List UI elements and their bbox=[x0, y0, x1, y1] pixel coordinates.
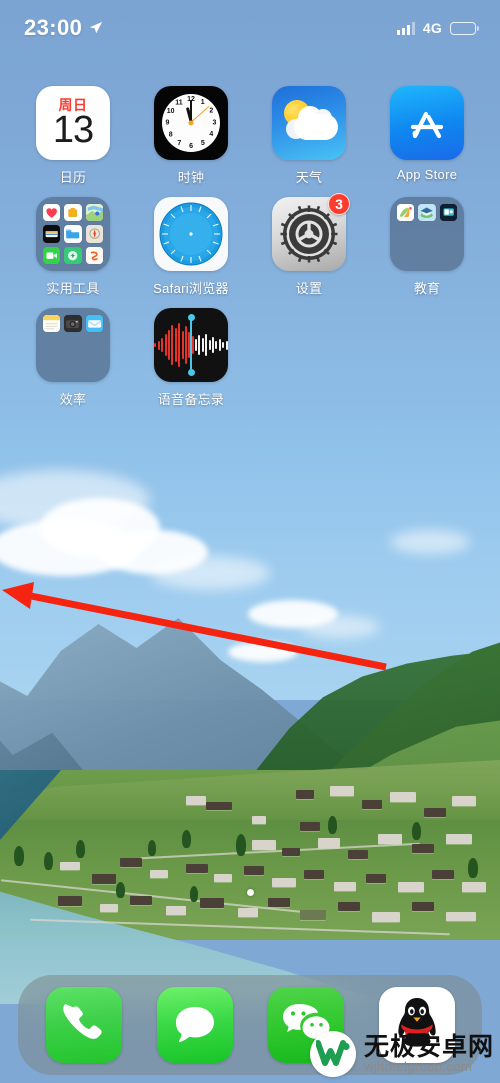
status-bar: 23:00 4G bbox=[0, 0, 500, 56]
page-indicator[interactable] bbox=[0, 889, 500, 896]
folder-education[interactable]: 教育 bbox=[368, 197, 486, 297]
battery-icon bbox=[450, 21, 479, 35]
app-label: 日历 bbox=[59, 170, 87, 185]
watermark: 无极安卓网 wjhotelgroup.com bbox=[309, 1031, 494, 1077]
clock-icon[interactable]: 12 1 2 3 4 5 6 7 8 9 10 11 bbox=[154, 86, 228, 160]
folder-icon[interactable] bbox=[36, 308, 110, 382]
health-icon bbox=[43, 204, 61, 222]
phone-handset-icon bbox=[62, 1004, 102, 1039]
find-my-icon bbox=[64, 204, 82, 222]
app-label: 天气 bbox=[295, 170, 323, 185]
folder-productivity[interactable]: 效率 bbox=[14, 308, 132, 408]
dock-item-phone[interactable] bbox=[45, 987, 122, 1063]
status-badge: 3 bbox=[328, 193, 350, 215]
app-safari[interactable]: Safari浏览器 bbox=[132, 197, 250, 297]
page-dot-active[interactable] bbox=[246, 889, 254, 896]
maps-icon bbox=[85, 204, 103, 222]
app-label: 教育 bbox=[413, 281, 441, 296]
w-logo-icon bbox=[309, 1031, 356, 1077]
signal-bars-icon bbox=[396, 21, 415, 35]
mail-icon bbox=[85, 315, 103, 333]
swift-playgrounds-icon bbox=[397, 204, 415, 222]
app-label: 实用工具 bbox=[46, 281, 100, 296]
clock-second-hand bbox=[190, 105, 211, 124]
wallet-icon bbox=[43, 225, 61, 243]
status-bar-right: 4G bbox=[396, 20, 479, 36]
clock-face: 12 1 2 3 4 5 6 7 8 9 10 11 bbox=[162, 94, 220, 152]
home-screen: 23:00 4G 周日 13 日历 1 2 3 4 5 6 7 8 9 10 1… bbox=[0, 0, 500, 1083]
app-grid: 周日 13 日历 12 1 2 3 4 5 6 7 bbox=[0, 86, 500, 408]
itunes-u-icon bbox=[418, 204, 436, 222]
watermark-text: 无极安卓网 wjhotelgroup.com bbox=[364, 1034, 494, 1074]
app-clock[interactable]: 12 1 2 3 4 5 6 7 8 9 10 11 bbox=[132, 86, 250, 186]
watermark-site-url: wjhotelgroup.com bbox=[363, 1059, 473, 1075]
camera-icon bbox=[64, 315, 82, 333]
app-store-icon[interactable] bbox=[390, 86, 464, 160]
wallpaper-village bbox=[0, 778, 500, 958]
app-label: 时钟 bbox=[177, 170, 205, 185]
compass-icon bbox=[85, 225, 103, 243]
annotation-arrow bbox=[2, 582, 387, 671]
app-settings[interactable]: 3 设置 bbox=[250, 193, 368, 297]
weather-sun-cloud-icon[interactable] bbox=[272, 86, 346, 160]
app-label: 效率 bbox=[59, 392, 87, 407]
folder-icon[interactable] bbox=[36, 197, 110, 271]
safari-compass-icon[interactable] bbox=[154, 197, 228, 271]
voice-waveform-icon[interactable] bbox=[154, 308, 228, 382]
files-icon bbox=[64, 225, 82, 243]
cloud bbox=[390, 530, 470, 554]
calendar-icon[interactable]: 周日 13 bbox=[36, 86, 110, 160]
sogou-input-icon bbox=[85, 246, 103, 264]
shortcuts-icon bbox=[64, 246, 82, 264]
cloud-shape bbox=[294, 114, 338, 140]
app-voice-memos[interactable]: 语音备忘录 bbox=[132, 308, 250, 408]
status-bar-clock: 23:00 bbox=[24, 15, 83, 40]
playhead bbox=[187, 314, 195, 376]
watermark-site-name: 无极安卓网 bbox=[363, 1033, 494, 1062]
status-bar-left: 23:00 bbox=[24, 15, 103, 41]
notes-icon bbox=[43, 315, 61, 333]
app-label: 语音备忘录 bbox=[157, 392, 225, 407]
folder-icon[interactable] bbox=[390, 197, 464, 271]
network-type-label: 4G bbox=[422, 20, 442, 36]
dock-item-messages[interactable] bbox=[156, 987, 233, 1063]
message-bubble-icon bbox=[175, 1007, 214, 1043]
app-label: App Store bbox=[396, 167, 458, 182]
facetime-icon bbox=[43, 246, 61, 264]
folder-utilities[interactable]: 实用工具 bbox=[14, 197, 132, 297]
app-app-store[interactable]: App Store bbox=[368, 86, 486, 186]
app-calendar[interactable]: 周日 13 日历 bbox=[14, 86, 132, 186]
app-weather[interactable]: 天气 bbox=[250, 86, 368, 186]
app-label: Safari浏览器 bbox=[153, 281, 229, 296]
location-arrow-icon bbox=[89, 21, 103, 35]
app-label: 设置 bbox=[295, 281, 323, 296]
classroom-icon bbox=[439, 204, 457, 222]
calendar-day: 13 bbox=[52, 109, 94, 152]
clock-center-pin bbox=[188, 120, 194, 126]
